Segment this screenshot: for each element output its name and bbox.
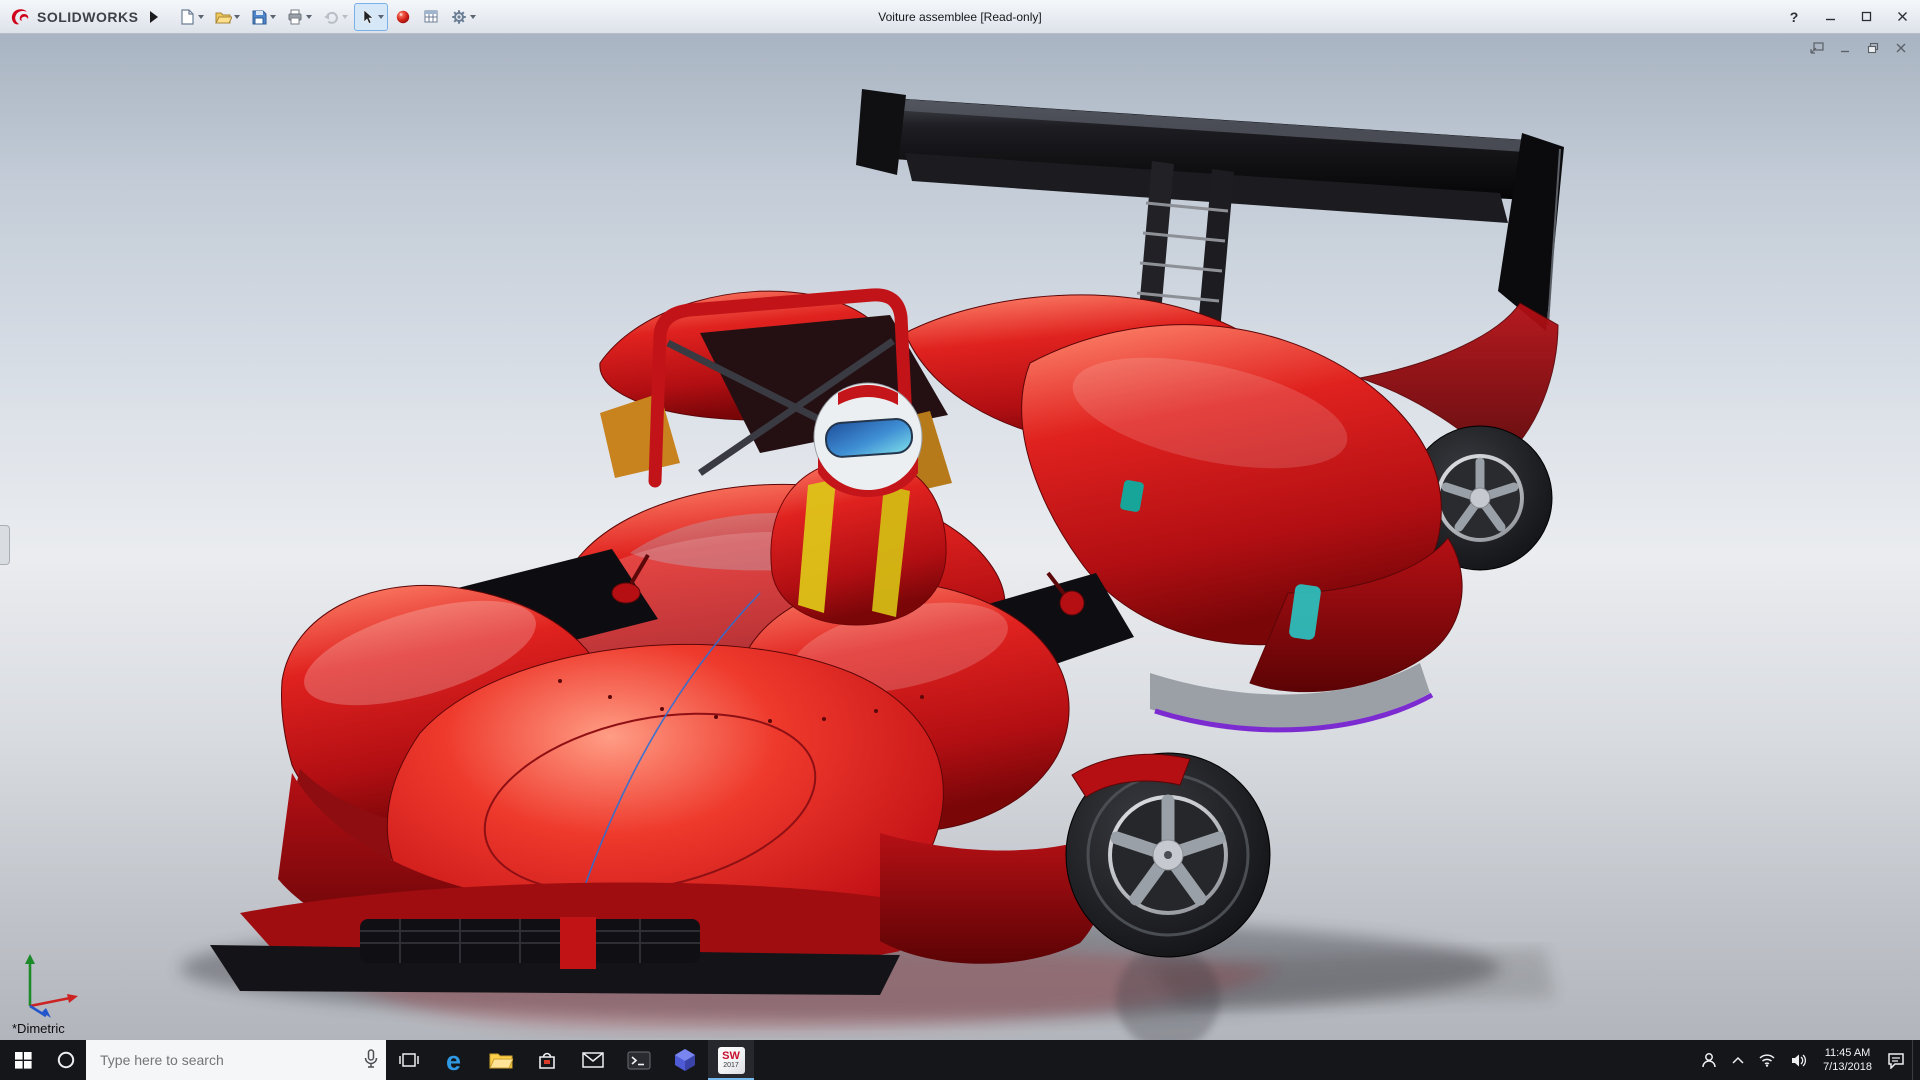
search-input[interactable] (86, 1052, 386, 1068)
spreadsheet-button[interactable] (418, 3, 444, 31)
panel-flyout-tab[interactable] (0, 525, 10, 565)
taskbar-solidworks-button[interactable]: SW 2017 (708, 1040, 754, 1080)
cortana-button[interactable] (46, 1040, 86, 1080)
doc-float-button[interactable] (1806, 39, 1828, 57)
dropdown-caret-icon (198, 14, 205, 19)
gear-icon (452, 9, 467, 24)
svg-text:e: e (446, 1046, 461, 1075)
doc-minimize-button[interactable] (1834, 39, 1856, 57)
solidworks-app-icon: SW 2017 (717, 1046, 745, 1074)
start-button[interactable] (0, 1040, 46, 1080)
solidworks-titlebar: SOLIDWORKS Voiture assemblee [Read-only]… (0, 0, 1920, 34)
quick-access-toolbar (174, 2, 480, 31)
solidworks-logo: SOLIDWORKS (0, 7, 146, 27)
close-icon (1897, 12, 1907, 21)
purple-cube-icon (675, 1049, 695, 1071)
dropdown-caret-icon (470, 14, 477, 19)
taskbar-search (86, 1040, 386, 1080)
close-button[interactable] (1884, 1, 1920, 33)
taskbar-edge-button[interactable]: e (432, 1040, 478, 1080)
maximize-button[interactable] (1848, 1, 1884, 33)
people-button[interactable] (1693, 1040, 1725, 1080)
dropdown-caret-icon (378, 14, 385, 19)
doc-restore-icon (1867, 42, 1879, 54)
view-orientation-label: *Dimetric (12, 1021, 65, 1036)
mail-envelope-icon (582, 1052, 604, 1068)
dropdown-caret-icon (306, 14, 313, 19)
task-view-icon (399, 1053, 419, 1067)
ds-logo-icon (11, 8, 29, 24)
action-center-icon (1888, 1052, 1904, 1069)
graphics-area[interactable]: *Dimetric (0, 33, 1920, 1040)
red-sphere-button[interactable] (390, 3, 416, 31)
clock-date: 7/13/2018 (1823, 1061, 1872, 1073)
taskbar-clock[interactable]: 11:45 AM 7/13/2018 (1815, 1040, 1880, 1080)
network-button[interactable] (1751, 1040, 1783, 1080)
dropdown-caret-icon (270, 14, 277, 19)
command-prompt-icon (627, 1051, 651, 1069)
volume-button[interactable] (1783, 1040, 1815, 1080)
system-tray: 11:45 AM 7/13/2018 (1693, 1040, 1920, 1080)
doc-close-icon (1896, 43, 1906, 53)
task-view-button[interactable] (386, 1040, 432, 1080)
select-arrow-icon (364, 8, 375, 24)
wheel-front-right (1065, 752, 1271, 958)
desktop: SOLIDWORKS Voiture assemblee [Read-only]… (0, 0, 1920, 1080)
y-axis-arrow (25, 954, 35, 964)
speaker-icon (1792, 1054, 1807, 1066)
undo-arrow-icon (324, 11, 339, 24)
windows-taskbar: e (0, 1040, 1920, 1080)
undo-button[interactable] (318, 3, 352, 31)
file-explorer-icon (489, 1053, 513, 1068)
new-document-icon (181, 8, 195, 25)
minimize-button[interactable] (1812, 1, 1848, 33)
open-button[interactable] (210, 3, 244, 31)
doc-close-button[interactable] (1890, 39, 1912, 57)
open-folder-icon (215, 12, 233, 23)
select-tool-button[interactable] (354, 2, 389, 31)
menu-expand-arrow-icon[interactable] (150, 10, 159, 23)
doc-float-icon (1810, 42, 1824, 54)
people-icon (1702, 1053, 1716, 1068)
new-document-button[interactable] (174, 3, 208, 31)
options-button[interactable] (446, 3, 480, 31)
car-model-render (180, 89, 1564, 1040)
taskbar-file-explorer-button[interactable] (478, 1040, 524, 1080)
action-center-button[interactable] (1880, 1040, 1912, 1080)
help-button[interactable]: ? (1776, 1, 1812, 33)
minimize-icon (1825, 18, 1835, 21)
store-bag-icon (539, 1052, 555, 1069)
windows-logo-icon (14, 1051, 32, 1069)
clock-time: 11:45 AM (1824, 1047, 1871, 1059)
taskbar-store-button[interactable] (524, 1040, 570, 1080)
save-floppy-icon (252, 10, 267, 24)
hidden-icons-button[interactable] (1725, 1040, 1751, 1080)
window-controls: ? (1776, 1, 1920, 33)
spreadsheet-icon (424, 10, 438, 22)
taskbar-purple-app-button[interactable] (662, 1040, 708, 1080)
coordinate-triad (25, 954, 78, 1018)
x-axis-arrow (67, 994, 78, 1003)
chevron-up-icon (1732, 1056, 1744, 1064)
show-desktop-button[interactable] (1912, 1040, 1920, 1080)
doc-minimize-icon (1841, 50, 1849, 53)
dropdown-caret-icon (234, 14, 241, 19)
edge-icon: e (446, 1046, 461, 1075)
cortana-icon (57, 1051, 75, 1069)
network-wifi-icon (1759, 1054, 1775, 1067)
doc-restore-button[interactable] (1862, 39, 1884, 57)
taskbar-mail-button[interactable] (570, 1040, 616, 1080)
microphone-icon[interactable] (364, 1049, 378, 1069)
print-button[interactable] (282, 3, 316, 31)
print-icon (288, 9, 302, 24)
visor (824, 418, 914, 458)
red-sphere-icon (397, 10, 410, 23)
taskbar-command-prompt-button[interactable] (616, 1040, 662, 1080)
dropdown-caret-icon (342, 14, 349, 19)
maximize-icon (1861, 11, 1871, 22)
brand-wordmark: SOLIDWORKS (37, 8, 139, 25)
document-window-controls (1806, 39, 1912, 57)
helmet (813, 382, 923, 497)
save-button[interactable] (246, 3, 280, 31)
